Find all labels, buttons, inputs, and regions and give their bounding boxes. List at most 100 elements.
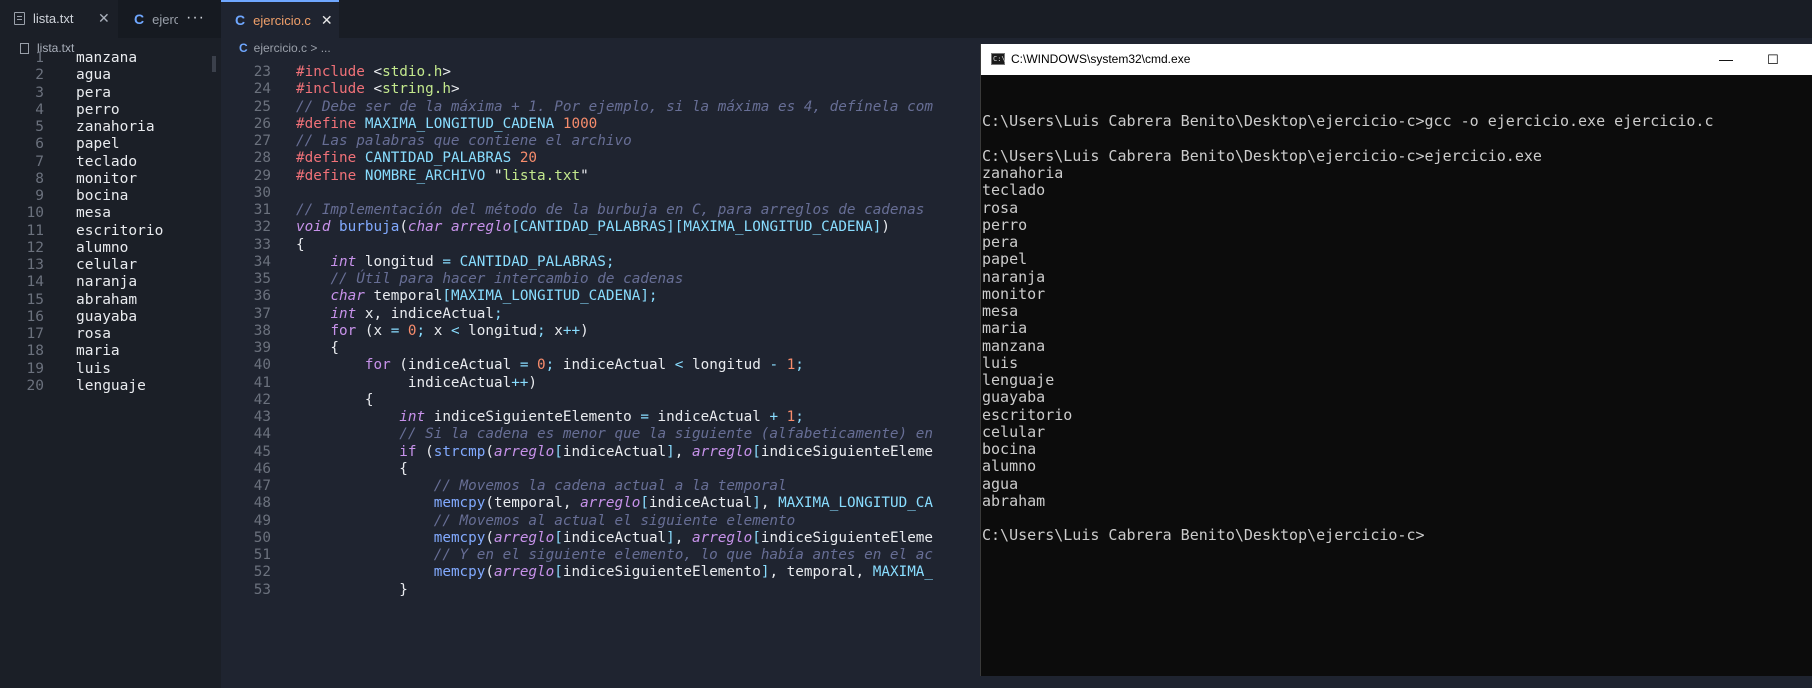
code-token: define: [304, 115, 357, 132]
code-token: define: [304, 150, 357, 167]
code-token: ++: [511, 374, 529, 391]
code-token: for: [330, 322, 357, 339]
line-text: agua: [76, 67, 111, 84]
line-number: 16: [26, 308, 44, 325]
code-token: #: [296, 167, 305, 184]
c-file-icon: C: [235, 12, 246, 28]
code-token: lista.txt: [502, 167, 581, 184]
code-token: ): [528, 374, 538, 391]
code-token: // Útil para hacer intercambio de cadena…: [330, 271, 684, 287]
code-token: indiceActual: [648, 409, 770, 425]
code-token: [: [752, 443, 761, 460]
code-token: CANTIDAD_PALABRAS: [519, 219, 667, 236]
line-text: papel: [76, 136, 120, 153]
left-editor-pane: lista.txt ✕ C ejerc ··· lista.txt 1 manza…: [0, 0, 221, 688]
breadcrumb[interactable]: C ejercicio.c > ...: [239, 38, 331, 58]
line-text: teclado: [76, 153, 138, 170]
code-token: #: [296, 81, 305, 98]
code-token: ++: [562, 322, 581, 339]
code-token: // Las palabras que contiene el archivo: [296, 133, 632, 149]
tab-ejercicio-c[interactable]: C ejercicio.c ✕: [221, 0, 339, 38]
code-token: arreglo: [692, 529, 753, 546]
tab-label: ejercicio.c: [253, 12, 311, 28]
code-token: string.h: [382, 81, 451, 98]
code-token: strcmp: [433, 443, 486, 460]
line-text: bocina: [76, 188, 129, 204]
code-token: ;: [795, 409, 804, 425]
code-token: #: [296, 64, 305, 80]
code-token: indiceSiguienteElemento: [562, 564, 761, 581]
code-token: (: [485, 564, 494, 581]
code-token: ;: [605, 253, 615, 270]
code-token: indiceActual: [562, 529, 667, 546]
terminal-line: C:\Users\Luis Cabrera Benito\Desktop\eje…: [982, 146, 1542, 165]
code-token: (: [485, 529, 494, 546]
code-token: ;: [545, 357, 555, 374]
code-token: arreglo: [580, 495, 641, 512]
code-token: memcpy: [433, 529, 486, 546]
cmd-titlebar[interactable]: C:\ C:\WINDOWS\system32\cmd.exe — ☐: [981, 44, 1812, 75]
terminal-line: C:\Users\Luis Cabrera Benito\Desktop\eje…: [982, 526, 1425, 545]
code-token: indiceSiguienteEleme: [760, 529, 934, 546]
line-number: 53: [253, 581, 271, 598]
maximize-button[interactable]: ☐: [1758, 44, 1788, 75]
line-text: manzana: [76, 50, 138, 66]
scrollbar-thumb[interactable]: [212, 56, 216, 72]
cmd-window[interactable]: C:\ C:\WINDOWS\system32\cmd.exe — ☐ C:\U…: [980, 44, 1812, 676]
code-token: ,: [674, 443, 692, 460]
code-token: indiceActual: [562, 443, 667, 460]
terminal-line: abraham: [982, 491, 1046, 510]
code-token: longitud: [459, 322, 538, 339]
terminal-line: C:\Users\Luis Cabrera Benito\Desktop\eje…: [982, 112, 1714, 131]
tab-label: lista.txt: [33, 11, 74, 26]
code-token: char: [407, 219, 443, 236]
line-text: mesa: [76, 205, 111, 222]
line-number: 20: [26, 377, 44, 394]
code-token: x: [425, 322, 451, 339]
tab-ejercicio-c-left[interactable]: C ejerc: [118, 0, 178, 38]
code-token: (indiceActual: [390, 357, 520, 374]
more-actions-icon[interactable]: ···: [186, 9, 205, 27]
code-token: (temporal,: [485, 495, 581, 512]
code-token: // Y en el siguiente elemento, lo que ha…: [433, 547, 933, 563]
line-text: lenguaje: [76, 377, 146, 394]
code-token: ;: [537, 322, 546, 339]
code-token: 0: [537, 357, 546, 374]
code-token: #: [296, 150, 305, 167]
code-token: include: [304, 64, 365, 80]
line-number: 15: [26, 291, 44, 308]
code-token: ": [485, 167, 503, 184]
code-token: ];: [640, 288, 658, 305]
code-token: ]: [752, 495, 761, 512]
minimize-button[interactable]: —: [1711, 44, 1741, 75]
code-token: MAXIMA_LONGITUD_CA: [778, 495, 934, 512]
code-token: arreglo: [450, 219, 512, 236]
code-token: ;: [795, 357, 804, 374]
close-icon[interactable]: ✕: [321, 12, 333, 29]
tab-label: ejerc: [152, 11, 178, 27]
line-text: alumno: [76, 239, 129, 256]
close-icon[interactable]: ✕: [98, 10, 110, 27]
code-token: MAXIMA_: [872, 564, 934, 581]
line-number: 13: [26, 257, 44, 273]
code-token: <: [450, 322, 460, 339]
tab-lista-txt[interactable]: lista.txt ✕: [0, 0, 118, 38]
code-token: ): [881, 219, 890, 236]
line-number: 1: [35, 50, 44, 66]
code-token: // Implementación del método de la burbu…: [296, 202, 925, 218]
line-text: zanahoria: [76, 119, 155, 135]
code-token: int: [330, 253, 357, 270]
cmd-icon: C:\: [991, 53, 1006, 65]
